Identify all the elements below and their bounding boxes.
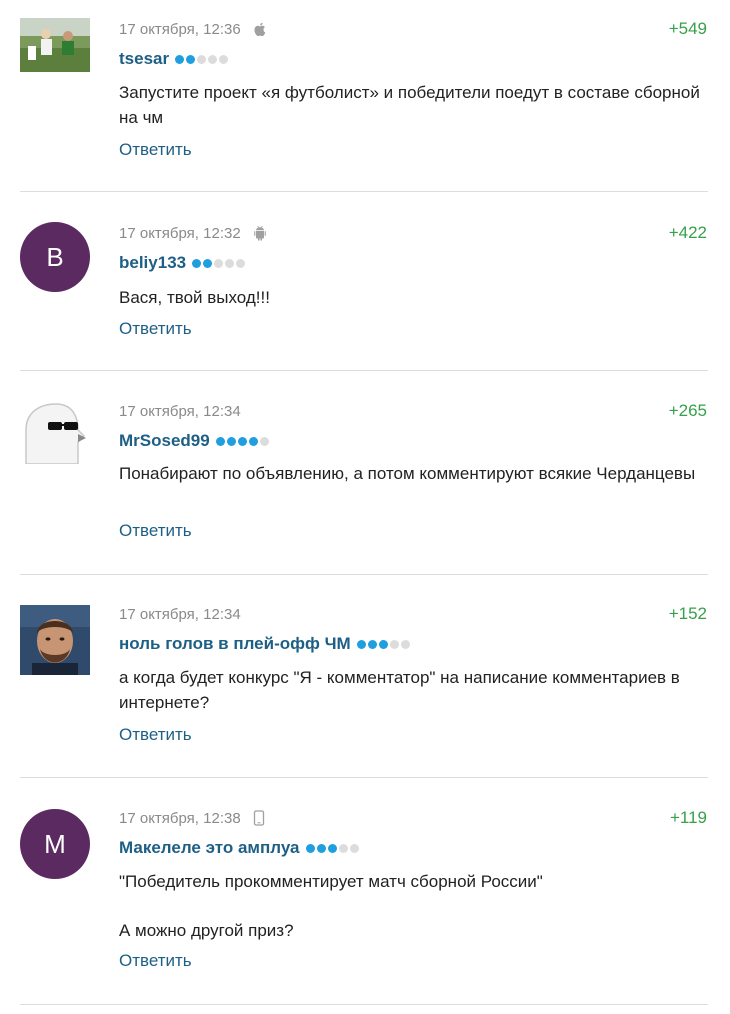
- level-dot: [192, 258, 202, 268]
- level-dot: [236, 258, 246, 268]
- reply-link[interactable]: Ответить: [119, 951, 192, 971]
- comment-date: 17 октября, 12:36: [119, 20, 241, 38]
- comment-meta: 17 октября, 12:38: [119, 807, 267, 829]
- author-line: tsesar: [119, 48, 229, 70]
- level-dot: [225, 258, 235, 268]
- level-dot: [338, 843, 348, 853]
- user-level: [356, 639, 410, 649]
- level-dot: [214, 258, 224, 268]
- author-line: MrSosed99: [119, 430, 269, 452]
- avatar[interactable]: B: [20, 222, 90, 292]
- reply-link[interactable]: Ответить: [119, 140, 192, 160]
- user-level: [215, 436, 269, 446]
- comment-date: 17 октября, 12:34: [119, 402, 241, 420]
- level-dot: [367, 639, 377, 649]
- avatar[interactable]: [20, 402, 86, 464]
- divider: [20, 191, 708, 192]
- comment-text: Понабирают по объявлению, а потом коммен…: [119, 464, 696, 483]
- rating[interactable]: +152: [669, 603, 707, 625]
- author-name[interactable]: MrSosed99: [119, 431, 210, 451]
- level-dot: [219, 54, 229, 64]
- comment-meta: 17 октября, 12:32: [119, 222, 267, 244]
- comment-meta: 17 октября, 12:34: [119, 603, 241, 625]
- level-dot: [400, 639, 410, 649]
- comment-text: а когда будет конкурс "Я - комментатор" …: [119, 668, 680, 712]
- divider: [20, 777, 708, 778]
- level-dot: [378, 639, 388, 649]
- author-name[interactable]: beliy133: [119, 253, 186, 273]
- comment-date: 17 октября, 12:38: [119, 809, 241, 827]
- level-dot: [259, 436, 269, 446]
- comment-text: А можно другой приз?: [119, 921, 294, 940]
- user-level: [305, 843, 359, 853]
- mobile-icon: [253, 810, 267, 826]
- reply-link[interactable]: Ответить: [119, 319, 192, 339]
- author-name[interactable]: ноль голов в плей-офф ЧМ: [119, 634, 351, 654]
- divider: [20, 574, 708, 575]
- reply-link[interactable]: Ответить: [119, 521, 192, 541]
- author-line: Макелеле это амплуа: [119, 837, 359, 859]
- apple-icon: [253, 21, 267, 37]
- avatar[interactable]: [20, 605, 90, 675]
- level-dot: [175, 54, 185, 64]
- comment-text: "Победитель прокомментирует матч сборной…: [119, 872, 543, 891]
- user-level: [192, 258, 246, 268]
- author-name[interactable]: Макелеле это амплуа: [119, 838, 300, 858]
- comment-text: Запустите проект «я футболист» и победит…: [119, 83, 700, 127]
- level-dot: [215, 436, 225, 446]
- comment-date: 17 октября, 12:32: [119, 224, 241, 242]
- rating[interactable]: +549: [669, 18, 707, 40]
- rating[interactable]: +422: [669, 222, 707, 244]
- level-dot: [389, 639, 399, 649]
- rating[interactable]: +265: [669, 400, 707, 422]
- rating[interactable]: +119: [670, 807, 707, 829]
- level-dot: [237, 436, 247, 446]
- author-name[interactable]: tsesar: [119, 49, 169, 69]
- author-line: beliy133: [119, 252, 246, 274]
- level-dot: [349, 843, 359, 853]
- divider: [20, 370, 708, 371]
- comment-date: 17 октября, 12:34: [119, 605, 241, 623]
- comment-text: Вася, твой выход!!!: [119, 288, 270, 307]
- comment-meta: 17 октября, 12:34: [119, 400, 241, 422]
- avatar[interactable]: M: [20, 809, 90, 879]
- avatar[interactable]: [20, 18, 90, 72]
- level-dot: [186, 54, 196, 64]
- reply-link[interactable]: Ответить: [119, 725, 192, 745]
- android-icon: [253, 225, 267, 241]
- user-level: [175, 54, 229, 64]
- divider: [20, 1004, 708, 1005]
- level-dot: [203, 258, 213, 268]
- level-dot: [305, 843, 315, 853]
- level-dot: [197, 54, 207, 64]
- author-line: ноль голов в плей-офф ЧМ: [119, 633, 410, 655]
- level-dot: [208, 54, 218, 64]
- level-dot: [327, 843, 337, 853]
- level-dot: [226, 436, 236, 446]
- level-dot: [356, 639, 366, 649]
- comment-meta: 17 октября, 12:36: [119, 18, 267, 40]
- level-dot: [248, 436, 258, 446]
- level-dot: [316, 843, 326, 853]
